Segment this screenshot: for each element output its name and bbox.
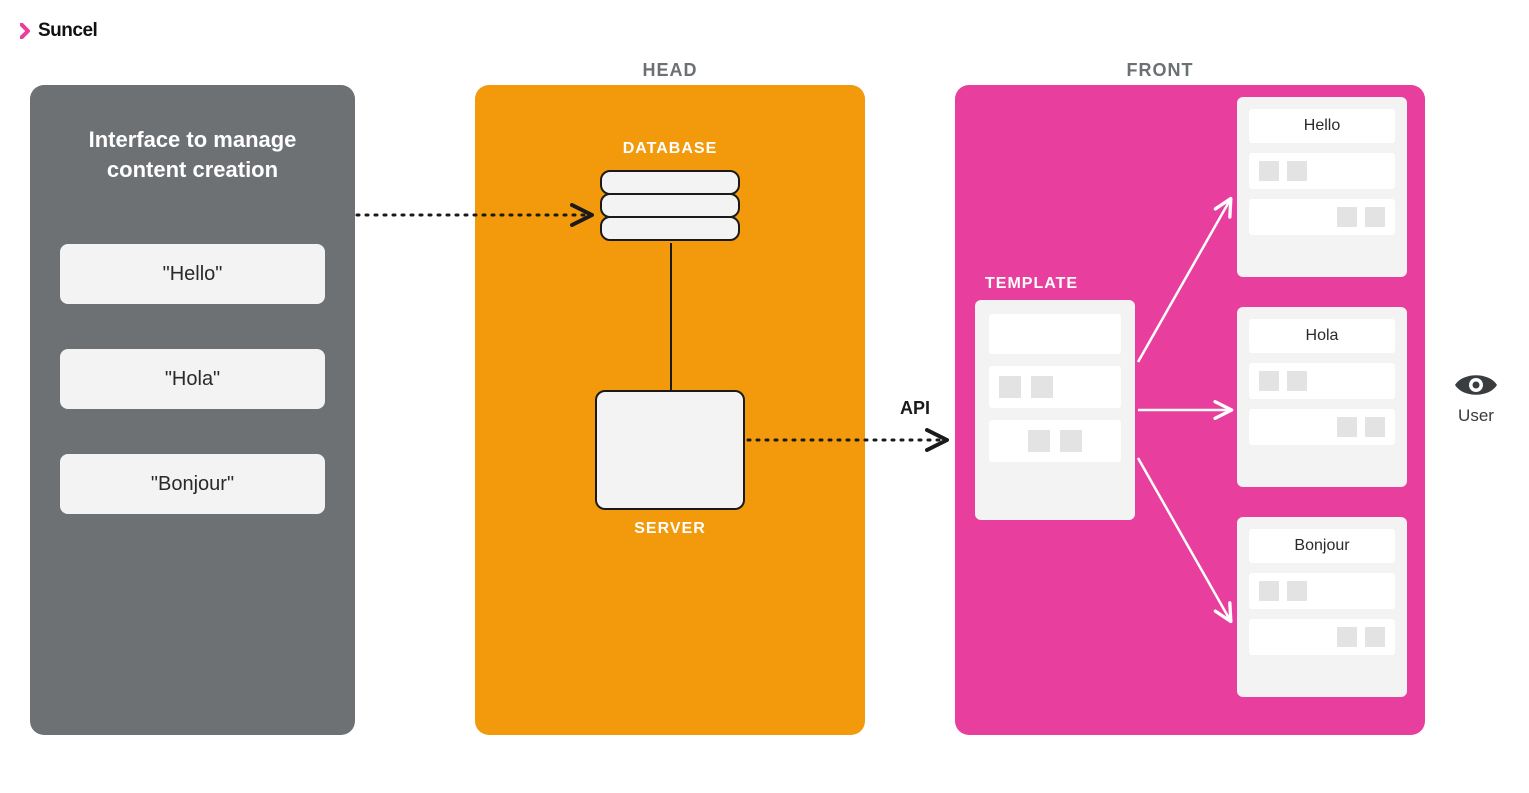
- column-label-front: FRONT: [1060, 60, 1260, 81]
- db-to-server-line: [670, 243, 672, 393]
- logo-chevron-icon: [20, 23, 34, 39]
- output-card-bonjour: Bonjour: [1237, 517, 1407, 697]
- output-title-bonjour: Bonjour: [1249, 529, 1395, 563]
- server-label: SERVER: [570, 520, 770, 538]
- content-word-bonjour: "Bonjour": [60, 454, 325, 514]
- interface-panel-title: Interface to manage content creation: [60, 125, 325, 184]
- front-panel: TEMPLATE Hello Hola Bonjour: [955, 85, 1425, 735]
- output-card-hola: Hola: [1237, 307, 1407, 487]
- content-word-hola: "Hola": [60, 349, 325, 409]
- logo-text: Suncel: [38, 20, 97, 42]
- eye-icon: [1453, 370, 1499, 400]
- head-panel: DATABASE SERVER: [475, 85, 865, 735]
- user-indicator: User: [1453, 370, 1499, 426]
- template-label: TEMPLATE: [985, 275, 1078, 293]
- database-icon: [600, 170, 740, 239]
- interface-panel: Interface to manage content creation "He…: [30, 85, 355, 735]
- api-label: API: [900, 398, 930, 419]
- content-word-hello: "Hello": [60, 244, 325, 304]
- user-label: User: [1453, 406, 1499, 426]
- output-card-hello: Hello: [1237, 97, 1407, 277]
- output-title-hello: Hello: [1249, 109, 1395, 143]
- template-card: [975, 300, 1135, 520]
- database-label: DATABASE: [570, 140, 770, 158]
- output-title-hola: Hola: [1249, 319, 1395, 353]
- column-label-head: HEAD: [570, 60, 770, 81]
- server-icon: [595, 390, 745, 510]
- brand-logo: Suncel: [20, 20, 97, 42]
